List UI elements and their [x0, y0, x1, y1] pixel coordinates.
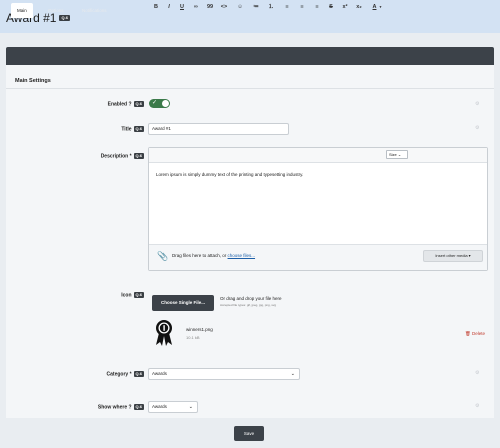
delete-file-button[interactable]: 🗑 Delete — [465, 331, 485, 337]
paperclip-icon: 📎 — [157, 251, 169, 261]
description-label-text: Description — [100, 153, 129, 160]
chevron-down-icon: ⌄ — [188, 404, 193, 410]
tab-notifications[interactable]: Notifications — [76, 3, 113, 18]
gear-icon[interactable]: ⚙ — [475, 403, 479, 409]
icon-label-text: Icon — [121, 292, 132, 299]
delete-label: Delete — [471, 331, 485, 336]
page-header — [0, 0, 500, 33]
attach-hint: Drag files here to attach, or — [172, 253, 228, 258]
category-select[interactable]: Awards ⌄ — [148, 368, 300, 380]
accepted-types: Accepted file types: gif, jpeg, jpg, png… — [220, 303, 277, 307]
title-input[interactable]: Award #1 — [148, 123, 289, 135]
gear-icon[interactable]: ⚙ — [475, 125, 479, 131]
enabled-label: Enabled ? Q.6 — [108, 101, 144, 107]
file-size: 10.1 kB — [186, 335, 200, 340]
title-badge: Q.6 — [133, 126, 144, 132]
tab-bar — [6, 47, 494, 65]
editor-toolbar — [149, 148, 487, 163]
show-where-label-text: Show where ? — [97, 404, 132, 411]
award-ribbon-icon — [154, 319, 174, 347]
chevron-down-icon: ⌄ — [290, 371, 295, 377]
font-size-select[interactable]: Size ⌄ — [386, 150, 408, 159]
enabled-toggle[interactable]: ✓ — [149, 99, 170, 108]
font-size-label: Size — [389, 152, 397, 157]
tab-options[interactable]: Options — [42, 3, 70, 18]
link-button[interactable]: ∞ — [192, 0, 200, 15]
gear-icon[interactable]: ⚙ — [475, 370, 479, 376]
bullet-list-button[interactable]: ≔ — [252, 0, 260, 15]
quote-button[interactable]: 99 — [206, 0, 214, 15]
category-value: Awards — [152, 371, 167, 376]
title-label: Title Q.6 — [121, 126, 144, 132]
category-label-text: Category — [106, 371, 129, 378]
align-right-button[interactable]: ≡ — [313, 0, 321, 15]
title-label-text: Title — [121, 126, 132, 133]
text-color-button[interactable]: A — [371, 0, 378, 15]
superscript-button[interactable]: x² — [341, 0, 349, 15]
emoji-button[interactable]: ☺ — [236, 0, 244, 15]
align-center-button[interactable]: ≡ — [298, 0, 306, 15]
required-mark: * — [129, 153, 132, 160]
description-badge: Q.6 — [133, 153, 144, 159]
category-badge: Q.6 — [133, 371, 144, 377]
editor-content[interactable]: Lorem ipsum is simply dummy text of the … — [156, 172, 303, 177]
file-name: winners1.png — [186, 327, 213, 332]
strikethrough-button[interactable]: S — [328, 0, 334, 15]
toggle-knob — [162, 100, 169, 107]
icon-badge: Q.6 — [133, 292, 144, 298]
text-color-dropdown-icon[interactable]: ▾ — [378, 0, 383, 15]
icon-label: Icon Q.6 — [121, 292, 144, 298]
section-title: Main Settings — [15, 78, 51, 84]
category-label: Category * Q.6 — [107, 371, 144, 377]
number-list-button[interactable]: ⒈ — [267, 0, 275, 15]
choose-file-button[interactable]: Choose Single File... — [152, 295, 214, 311]
code-button[interactable]: <> — [220, 0, 228, 15]
enabled-label-text: Enabled ? — [107, 101, 132, 108]
choose-files-link[interactable]: choose files... — [228, 253, 256, 258]
enabled-badge: Q.6 — [133, 101, 144, 107]
tab-main[interactable]: Main — [11, 3, 33, 18]
attach-text: Drag files here to attach, or choose fil… — [172, 253, 255, 258]
italic-button[interactable]: I — [166, 0, 172, 15]
save-button[interactable]: Save — [234, 426, 264, 441]
underline-button[interactable]: U — [179, 0, 185, 15]
show-where-label: Show where ? Q.6 — [98, 404, 144, 410]
align-left-button[interactable]: ≡ — [283, 0, 291, 15]
trash-icon: 🗑 — [465, 331, 471, 336]
show-where-badge: Q.6 — [133, 404, 144, 410]
subscript-button[interactable]: x₂ — [355, 0, 363, 15]
check-icon: ✓ — [152, 100, 158, 106]
section-divider — [6, 88, 494, 89]
drop-zone-text[interactable]: Or drag and drop your file here — [220, 296, 282, 301]
bold-button[interactable]: B — [153, 0, 159, 15]
show-where-value: Awards — [152, 404, 167, 409]
description-label: Description * Q.6 — [101, 153, 144, 159]
show-where-select[interactable]: Awards ⌄ — [148, 401, 198, 413]
gear-icon[interactable]: ⚙ — [475, 101, 479, 107]
required-mark: * — [129, 371, 132, 378]
insert-media-button[interactable]: Insert other media ▾ — [423, 250, 483, 262]
